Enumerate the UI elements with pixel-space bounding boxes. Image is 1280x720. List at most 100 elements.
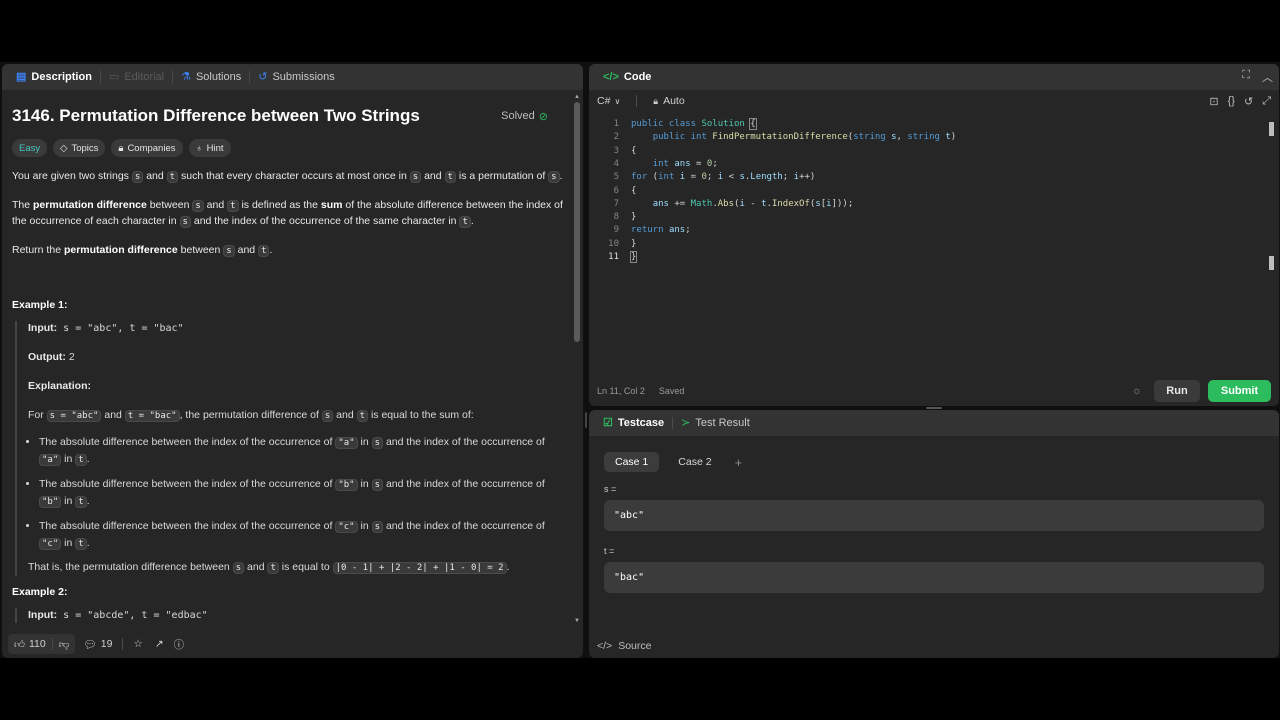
chevron-down-icon: ∨ xyxy=(614,96,621,106)
comment-icon: 💬︎ xyxy=(83,638,97,651)
tab-test-result[interactable]: ≻ Test Result xyxy=(675,410,756,436)
text: and xyxy=(244,561,268,573)
code-line[interactable]: } xyxy=(629,251,638,263)
editor-scrollbar[interactable] xyxy=(1269,122,1275,270)
text: and xyxy=(101,409,125,421)
bookmark-icon[interactable]: ⊡ xyxy=(1209,95,1218,108)
thumbs-up-icon[interactable]: 👍︎ xyxy=(14,638,25,651)
flask-icon: ⚗ xyxy=(181,70,191,83)
favorite-button[interactable]: ☆ xyxy=(125,634,150,654)
maximize-icon[interactable]: ⛶ xyxy=(1242,69,1250,85)
text: . xyxy=(86,453,90,465)
scrollbar-thumb[interactable] xyxy=(574,102,580,342)
tab-code[interactable]: </> Code xyxy=(597,64,657,90)
example-1-explanation: For s = "abc" and t = "bac", the permuta… xyxy=(28,408,564,424)
run-button[interactable]: Run xyxy=(1154,380,1200,402)
tab-editorial[interactable]: ▭ Editorial xyxy=(103,64,170,90)
debug-icon[interactable]: ☼ xyxy=(1132,385,1142,397)
code-line[interactable]: public class Solution { xyxy=(631,118,757,130)
inline-code: "b" xyxy=(39,496,62,508)
problem-title[interactable]: 3146. Permutation Difference between Two… xyxy=(12,106,420,126)
case-2-tab[interactable]: Case 2 xyxy=(667,452,722,472)
horizontal-resize-handle[interactable] xyxy=(926,407,942,409)
description-panel: ▤ Description ▭ Editorial ⚗ Solutions ↺ … xyxy=(2,64,583,658)
thumbs-down-icon[interactable]: 👎︎ xyxy=(59,638,70,651)
code-line[interactable]: int ans = 0; xyxy=(631,159,718,169)
share-button[interactable]: ↗ xyxy=(151,634,168,654)
scroll-up-icon[interactable]: ▲ xyxy=(574,94,580,100)
description-scrollbar[interactable]: ▲ ▼ xyxy=(573,94,581,624)
language-select[interactable]: C# ∨ xyxy=(597,95,620,107)
explanation-label: Explanation: xyxy=(28,380,92,392)
example-1-output: Output: 2 xyxy=(28,350,564,365)
inline-code: s xyxy=(192,199,204,212)
text: and xyxy=(143,170,167,182)
comments-button[interactable]: 💬︎ 19 xyxy=(75,634,120,654)
text: The absolute difference between the inde… xyxy=(39,436,336,448)
format-braces-icon[interactable]: {} xyxy=(1228,95,1235,108)
text: between xyxy=(177,243,224,256)
autocomplete-toggle[interactable]: 🔒︎ Auto xyxy=(653,95,684,107)
text: in xyxy=(61,537,76,549)
scrollbar-marker xyxy=(1269,256,1274,270)
example-1-title: Example 1: xyxy=(12,299,68,311)
collapse-icon[interactable]: ︿ xyxy=(1262,69,1273,85)
text: Return the xyxy=(12,243,64,256)
inline-code: s xyxy=(179,216,191,228)
hint-chip[interactable]: ♁ Hint xyxy=(188,139,231,157)
inline-code: s xyxy=(409,171,422,183)
tab-submissions[interactable]: ↺ Submissions xyxy=(252,64,341,90)
language-value: C# xyxy=(597,95,611,107)
code-line[interactable]: } xyxy=(631,239,636,249)
t-input[interactable]: "bac" xyxy=(604,562,1264,593)
text: . xyxy=(86,537,90,549)
case-1-tab[interactable]: Case 1 xyxy=(604,452,660,472)
share-icon: ↗ xyxy=(154,638,164,650)
line-number: 7 xyxy=(613,198,619,209)
input-value: s = "abcde", t = "edbac" xyxy=(57,610,208,621)
topics-chip[interactable]: ◇ Topics xyxy=(53,139,106,157)
tab-testcase[interactable]: ☑ Testcase xyxy=(597,410,670,436)
code-line[interactable]: public int FindPermutationDifference(str… xyxy=(631,132,956,142)
line-number: 5 xyxy=(613,172,619,183)
code-line[interactable]: for (int i = 0; i < s.Length; i++) xyxy=(631,172,815,182)
code-line[interactable]: { xyxy=(631,186,636,196)
scrollbar-thumb[interactable] xyxy=(1269,122,1274,136)
tag-chips: Easy ◇ Topics 🔒︎ Companies ♁ Hint xyxy=(12,139,564,157)
code-editor[interactable]: 1 2 3 4 5 6 7 8 9 10 11 public class Solution { pu… xyxy=(589,118,1279,379)
lock-icon: 🔒︎ xyxy=(118,142,124,154)
line-number: 9 xyxy=(613,225,619,236)
source-button[interactable]: </> Source xyxy=(597,640,651,652)
text: and xyxy=(333,409,357,421)
output-label: Output: xyxy=(28,351,66,363)
reset-icon[interactable]: ↺ xyxy=(1244,95,1253,108)
tab-description[interactable]: ▤ Description xyxy=(10,64,98,90)
inline-code: t xyxy=(166,171,179,183)
text: and the index of the occurrence of xyxy=(383,478,545,490)
vertical-resize-handle[interactable] xyxy=(585,412,587,428)
tab-solutions[interactable]: ⚗ Solutions xyxy=(175,64,247,90)
lock-icon: 🔒︎ xyxy=(653,95,659,106)
example-1-conclusion: That is, the permutation difference betw… xyxy=(28,560,564,576)
companies-chip[interactable]: 🔒︎ Companies xyxy=(111,139,183,157)
problem-paragraph-1: You are given two strings s and t such t… xyxy=(12,169,564,186)
text: is equal to xyxy=(278,561,333,573)
submit-button[interactable]: Submit xyxy=(1208,380,1271,402)
add-case-button[interactable]: + xyxy=(731,452,747,472)
text: in xyxy=(61,453,76,465)
s-input[interactable]: "abc" xyxy=(604,500,1264,531)
inline-code: "a" xyxy=(39,454,62,466)
scroll-down-icon[interactable]: ▼ xyxy=(574,618,580,624)
code-line[interactable]: ans += Math.Abs(i - t.IndexOf(s[i])); xyxy=(631,199,854,209)
input-value: s = "abc", t = "bac" xyxy=(57,323,184,334)
expand-icon[interactable]: ⤢ xyxy=(1262,95,1271,108)
like-count[interactable]: 110 xyxy=(29,638,46,650)
source-label: Source xyxy=(618,640,652,652)
code-line[interactable]: { xyxy=(631,146,636,156)
help-button[interactable]: ⓘ xyxy=(168,634,191,654)
left-tabbar: ▤ Description ▭ Editorial ⚗ Solutions ↺ … xyxy=(2,64,583,90)
code-line[interactable]: } xyxy=(631,212,636,222)
example-2-block: Input: s = "abcde", t = "edbac" xyxy=(15,608,564,623)
inline-code: t xyxy=(267,562,279,574)
code-line[interactable]: return ans; xyxy=(631,225,691,235)
